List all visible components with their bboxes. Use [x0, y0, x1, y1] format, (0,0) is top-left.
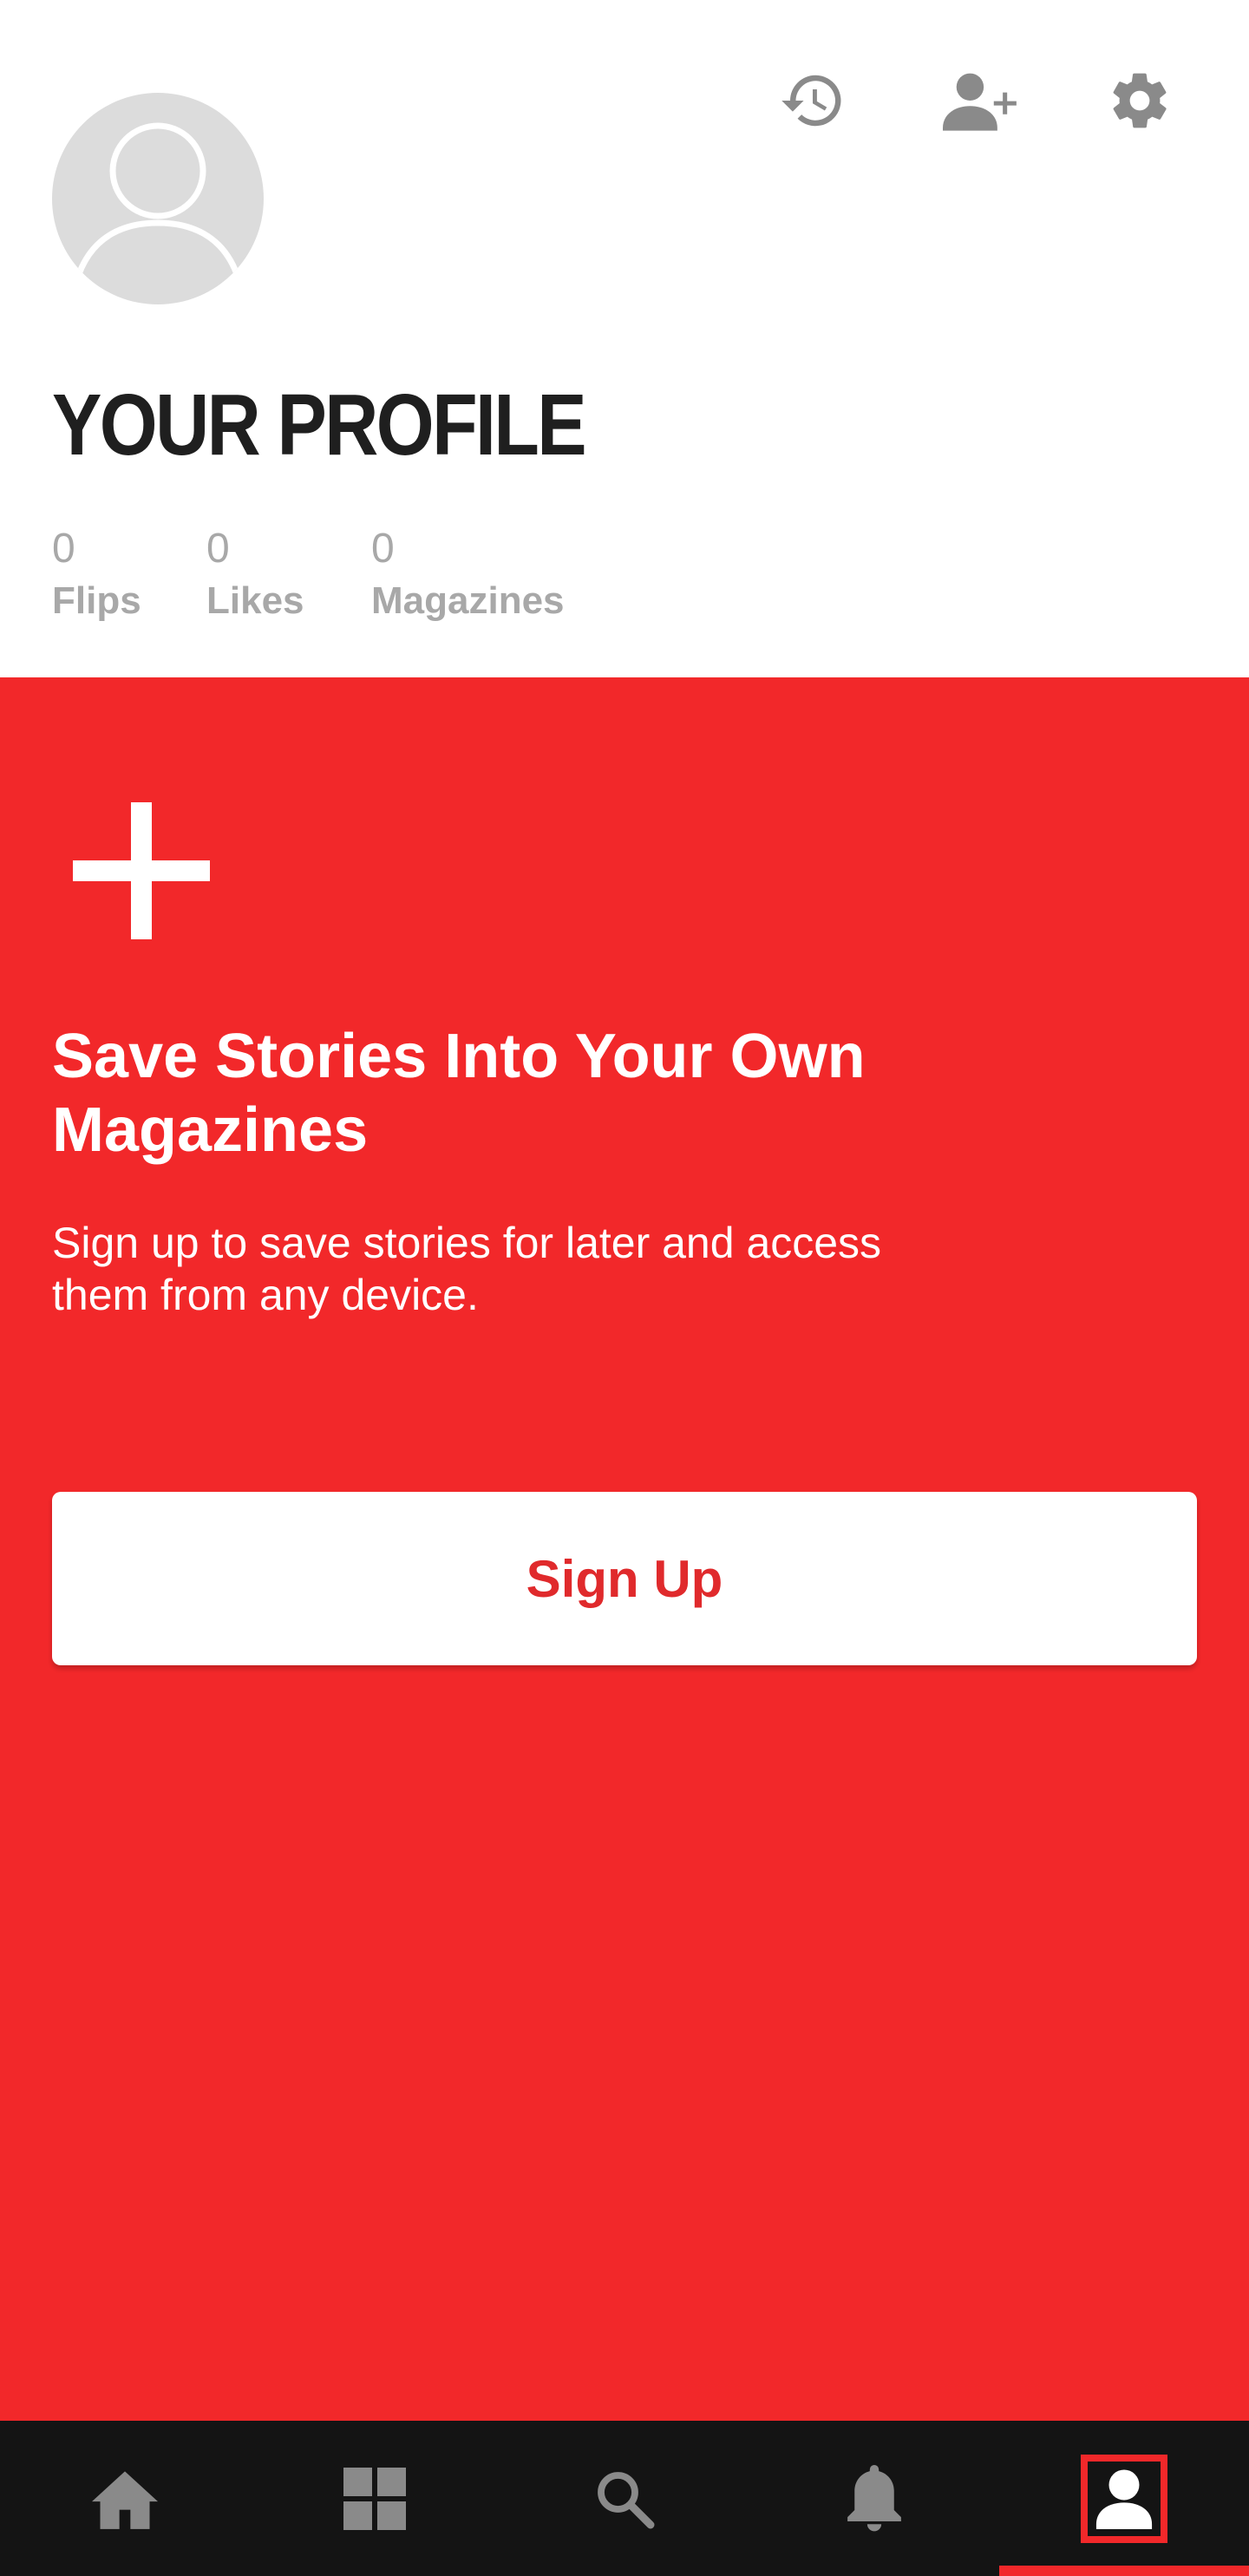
page-title: YOUR PROFILE — [52, 376, 587, 474]
nav-notifications[interactable] — [749, 2421, 999, 2576]
gear-icon — [1113, 73, 1167, 128]
signup-promo-panel: Save Stories Into Your Own Magazines Sig… — [0, 677, 1249, 2421]
stat-magazines-label: Magazines — [371, 579, 565, 622]
nav-search[interactable] — [500, 2421, 749, 2576]
stat-likes-value: 0 — [206, 526, 230, 572]
stat-magazines[interactable]: 0 Magazines — [371, 525, 565, 624]
history-button[interactable] — [775, 62, 851, 139]
profile-screen: YOUR PROFILE 0 Flips 0 Likes 0 Magazines… — [0, 0, 1249, 2576]
stat-flips-value: 0 — [52, 526, 75, 572]
add-person-icon — [943, 73, 1017, 131]
nav-selected-indicator — [999, 2566, 1249, 2576]
bell-icon — [847, 2464, 901, 2531]
promo-description: Sign up to save stories for later and ac… — [52, 1219, 882, 1319]
home-icon — [92, 2470, 158, 2529]
grid-icon — [343, 2467, 406, 2530]
sign-up-button[interactable]: Sign Up — [52, 1492, 1197, 1665]
person-icon — [1095, 2468, 1153, 2529]
stat-likes-label: Likes — [206, 579, 304, 622]
history-icon — [781, 75, 841, 127]
nav-profile[interactable] — [999, 2421, 1249, 2576]
search-icon — [598, 2471, 655, 2528]
stat-magazines-value: 0 — [371, 526, 395, 572]
promo-title: Save Stories Into Your Own Magazines — [52, 1022, 866, 1165]
nav-home[interactable] — [0, 2421, 250, 2576]
settings-button[interactable] — [1102, 62, 1178, 139]
stat-flips-label: Flips — [52, 579, 141, 622]
avatar[interactable] — [52, 93, 264, 304]
add-friend-button[interactable] — [943, 62, 1019, 139]
stat-likes[interactable]: 0 Likes — [206, 525, 304, 624]
nav-explore[interactable] — [250, 2421, 500, 2576]
nav-profile-selected-frame — [1081, 2454, 1167, 2543]
plus-icon — [73, 802, 210, 939]
stat-flips[interactable]: 0 Flips — [52, 525, 141, 624]
default-avatar-icon — [73, 122, 243, 284]
bottom-navigation — [0, 2421, 1249, 2576]
profile-header: YOUR PROFILE 0 Flips 0 Likes 0 Magazines — [0, 0, 1249, 677]
